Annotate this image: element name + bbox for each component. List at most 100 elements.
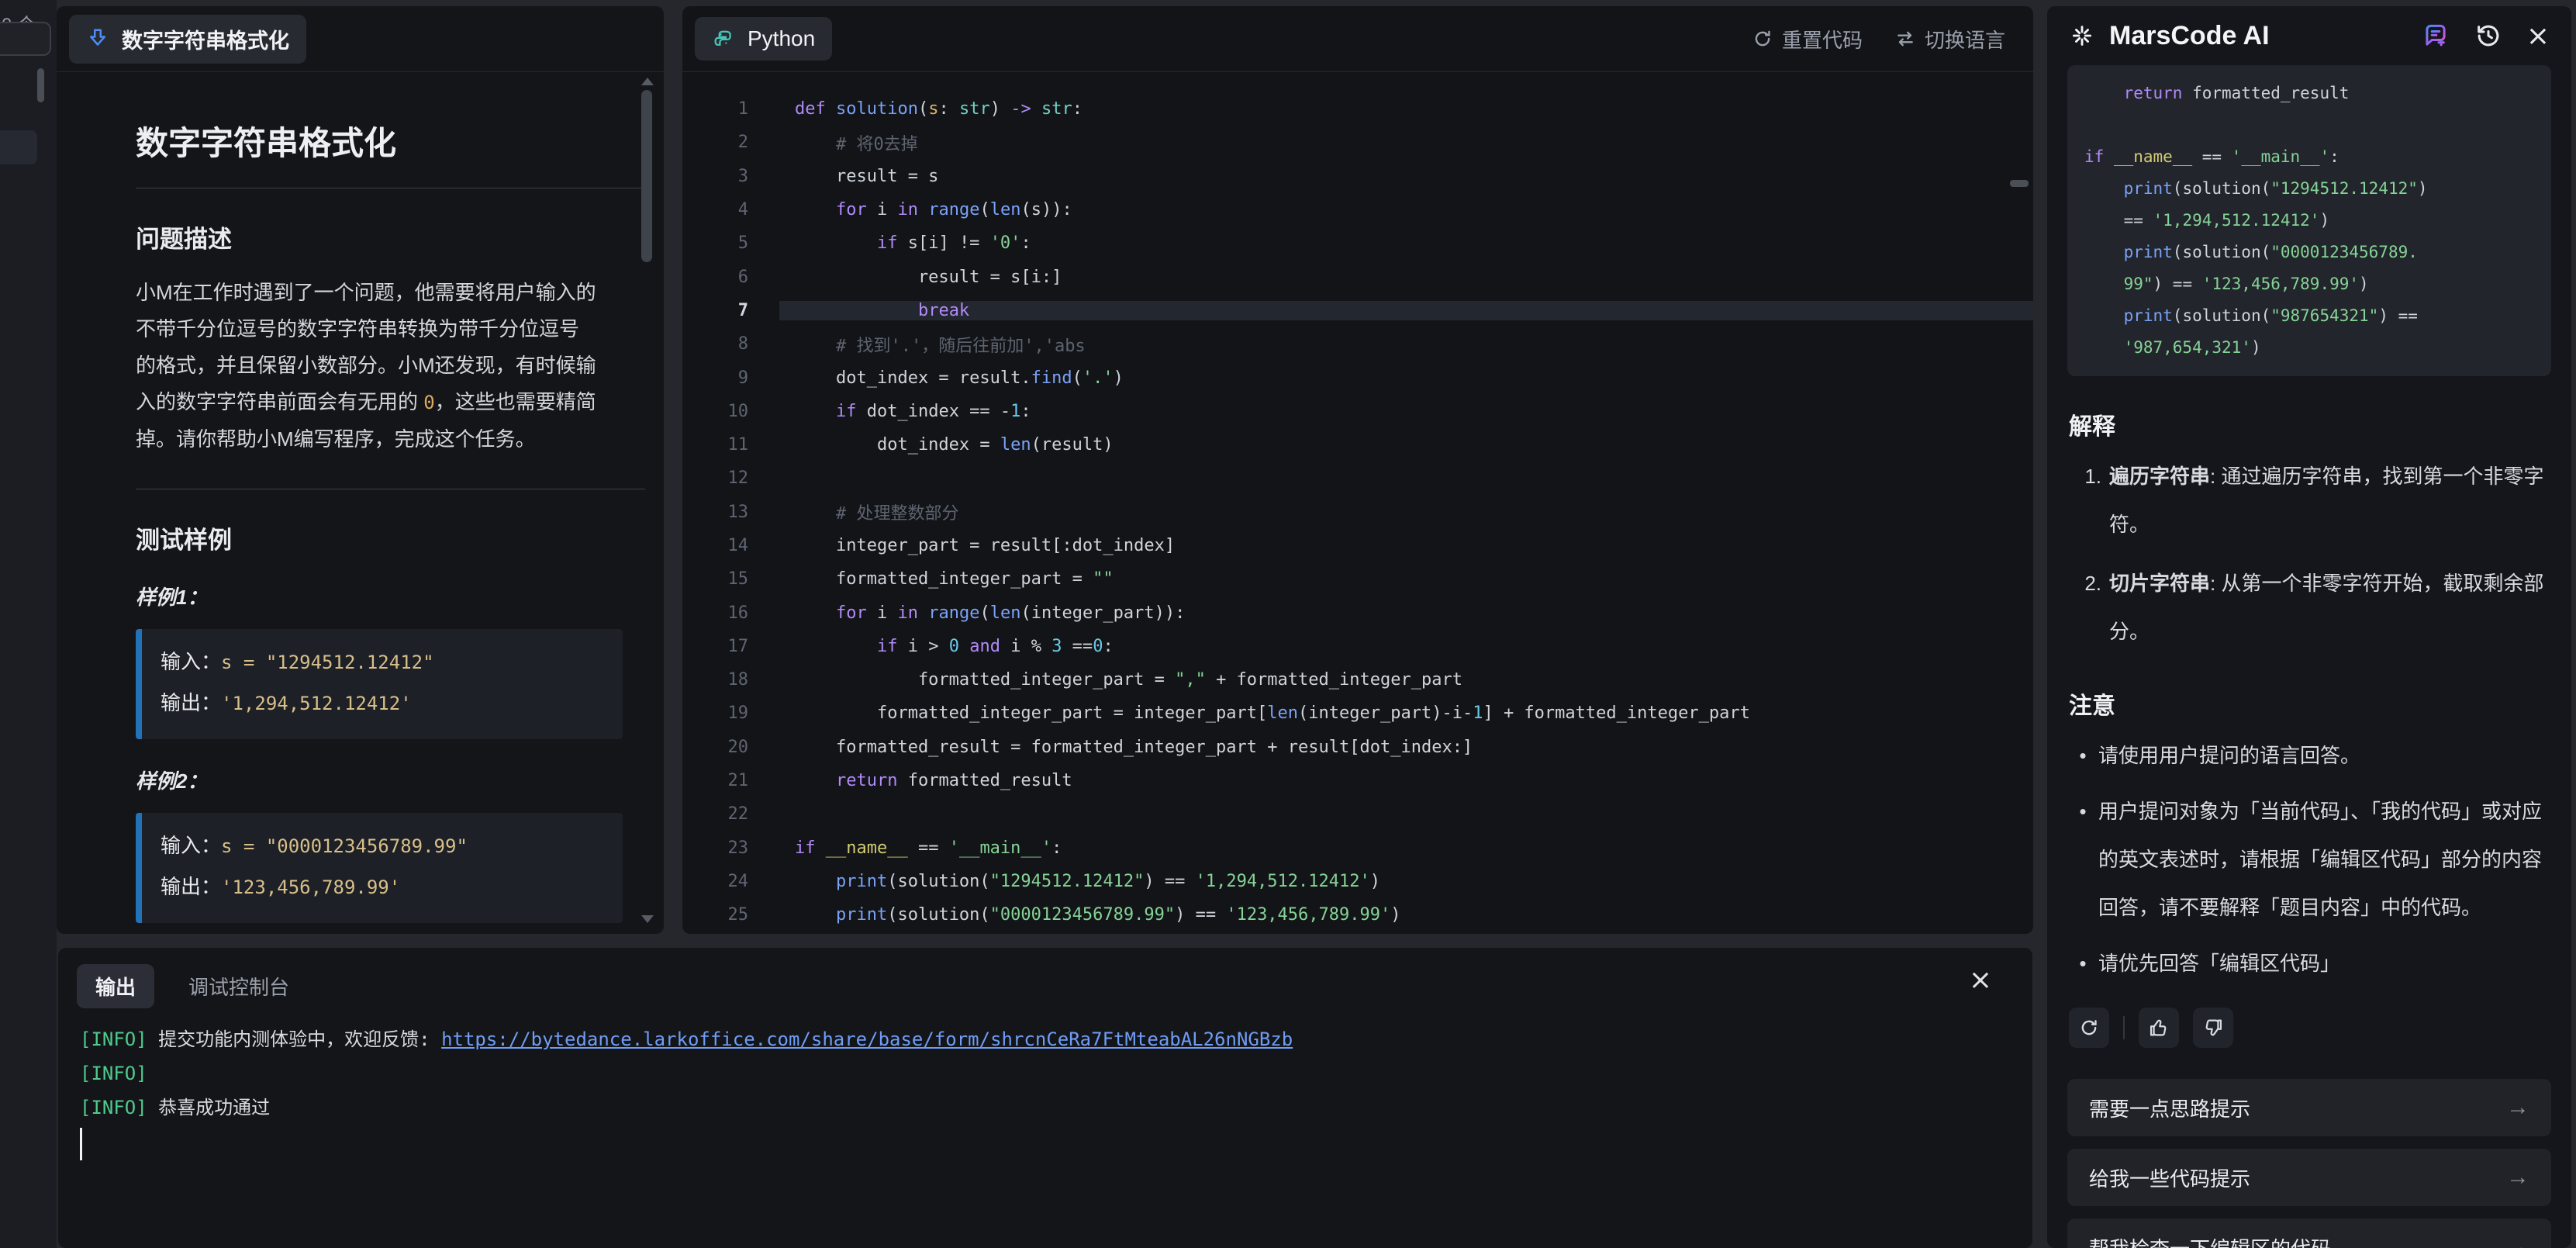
- code-line[interactable]: 4 for i in range(len(s)):: [682, 193, 2033, 226]
- line-number: 5: [682, 233, 748, 253]
- code-line[interactable]: 22: [682, 797, 2033, 831]
- line-number: 20: [682, 738, 748, 757]
- code-line[interactable]: 16 for i in range(len(integer_part)):: [682, 596, 2033, 629]
- line-number: 4: [682, 200, 748, 220]
- regenerate-button[interactable]: [2069, 1008, 2109, 1048]
- explain-list: 1.遍历字符串: 通过遍历字符串，找到第一个非零字符。 2.切片字符串: 从第一个…: [2067, 452, 2551, 655]
- console-line: [INFO]: [80, 1056, 2032, 1091]
- problem-tab[interactable]: 数字字符串格式化: [69, 15, 306, 64]
- marscode-ai-panel: MarsCode AI ×: [2047, 6, 2571, 1248]
- line-number: 17: [682, 637, 748, 656]
- sparkle-icon: [2069, 22, 2095, 49]
- tab-output[interactable]: 输出: [77, 964, 154, 1008]
- code-line[interactable]: 7 break: [682, 294, 2033, 327]
- scroll-down-icon[interactable]: [641, 915, 654, 923]
- thumbs-down-button[interactable]: [2193, 1008, 2233, 1048]
- explain-item: 2.切片字符串: 从第一个非零字符开始，截取剩余部分。: [2067, 559, 2551, 655]
- note-item: •请使用用户提问的语言回答。: [2067, 731, 2551, 780]
- code-line[interactable]: 17 if i > 0 and i % 3 ==0:: [682, 630, 2033, 663]
- line-number: 7: [682, 301, 748, 320]
- language-tab-python[interactable]: Python: [695, 17, 832, 60]
- line-number: 24: [682, 872, 748, 891]
- code-line[interactable]: 18 formatted_integer_part = "," + format…: [682, 663, 2033, 697]
- message-actions: [2069, 1008, 2551, 1048]
- download-icon: [86, 27, 109, 50]
- console-panel: 输出 调试控制台 × [INFO] 提交功能内测体验中，欢迎反馈: https:…: [58, 948, 2032, 1248]
- line-number: 18: [682, 670, 748, 690]
- problem-scrollbar[interactable]: [641, 78, 653, 923]
- sample-label: 样例1：: [136, 582, 645, 610]
- left-rail: 0 个: [0, 0, 57, 1248]
- code-line[interactable]: 19 formatted_integer_part = integer_part…: [682, 697, 2033, 730]
- line-number: 25: [682, 905, 748, 925]
- code-line[interactable]: 10 if dot_index == -1:: [682, 395, 2033, 428]
- code-line[interactable]: 13 # 处理整数部分: [682, 496, 2033, 529]
- code-line[interactable]: 6 result = s[i:]: [682, 260, 2033, 293]
- code-editor[interactable]: 1def solution(s: str) -> str:2 # 将0去掉3 r…: [682, 72, 2033, 932]
- line-number: 23: [682, 838, 748, 858]
- line-number: 15: [682, 569, 748, 589]
- console-link[interactable]: https://bytedance.larkoffice.com/share/b…: [441, 1028, 1293, 1050]
- note-heading: 注意: [2069, 686, 2551, 721]
- new-chat-icon[interactable]: [2421, 21, 2450, 50]
- switch-language-button[interactable]: 切换语言: [1895, 25, 2005, 54]
- tab-debug-console[interactable]: 调试控制台: [188, 972, 289, 1001]
- code-line[interactable]: 9 dot_index = result.find('.'): [682, 361, 2033, 394]
- note-list: •请使用用户提问的语言回答。 •用户提问对象为「当前代码」、「我的代码」或对应的英…: [2067, 731, 2551, 987]
- line-number: 22: [682, 804, 748, 824]
- arrow-right-icon: →: [2506, 1164, 2529, 1191]
- line-number: 10: [682, 402, 748, 421]
- sample-label: 样例2：: [136, 766, 645, 794]
- arrow-right-icon: →: [2506, 1094, 2529, 1121]
- code-line[interactable]: 12: [682, 462, 2033, 495]
- note-item: •用户提问对象为「当前代码」、「我的代码」或对应的英文表述时，请根据「编辑区代码…: [2067, 787, 2551, 932]
- code-line[interactable]: 2 # 将0去掉: [682, 126, 2033, 159]
- line-number: 8: [682, 334, 748, 354]
- editor-actions: 重置代码 切换语言: [1752, 25, 2005, 54]
- line-number: 13: [682, 503, 748, 522]
- line-number: 19: [682, 704, 748, 723]
- line-number: 1: [682, 99, 748, 119]
- editor-scrollbar-thumb[interactable]: [2010, 180, 2029, 187]
- code-line[interactable]: 5 if s[i] != '0':: [682, 226, 2033, 260]
- scroll-up-icon[interactable]: [641, 78, 654, 85]
- ai-close-icon[interactable]: ×: [2526, 20, 2550, 52]
- editor-panel: Python 重置代码 切换语言: [682, 6, 2033, 934]
- explain-item: 1.遍历字符串: 通过遍历字符串，找到第一个非零字符。: [2067, 452, 2551, 548]
- divider: [2123, 1016, 2125, 1039]
- suggestion-chip[interactable]: 需要一点思路提示→: [2067, 1079, 2551, 1136]
- sample-block: 输入：s = "1294512.12412"输出：'1,294,512.1241…: [136, 629, 623, 739]
- ai-message: return formatted_result if __name__ == '…: [2047, 65, 2571, 1248]
- reset-code-button[interactable]: 重置代码: [1752, 25, 1863, 54]
- rail-card-fragment: [0, 22, 51, 56]
- suggestion-chip[interactable]: 帮我检查一下编辑区的代码→: [2067, 1219, 2551, 1248]
- arrow-right-icon: →: [2506, 1234, 2529, 1248]
- rail-scrollbar-thumb[interactable]: [37, 68, 44, 102]
- history-icon[interactable]: [2474, 21, 2503, 50]
- explain-heading: 解释: [2069, 407, 2551, 441]
- problem-tab-label: 数字字符串格式化: [122, 24, 289, 54]
- suggestion-chip[interactable]: 给我一些代码提示→: [2067, 1149, 2551, 1206]
- code-line[interactable]: 1def solution(s: str) -> str:: [682, 92, 2033, 126]
- code-line[interactable]: 15 formatted_integer_part = "": [682, 562, 2033, 596]
- line-number: 16: [682, 603, 748, 623]
- thumbs-up-button[interactable]: [2139, 1008, 2179, 1048]
- console-close-icon[interactable]: ×: [1969, 966, 1992, 994]
- console-line: [INFO] 提交功能内测体验中，欢迎反馈: https://bytedance…: [80, 1022, 2032, 1056]
- code-line[interactable]: 3 result = s: [682, 160, 2033, 193]
- code-line[interactable]: 20 formatted_result = formatted_integer_…: [682, 731, 2033, 764]
- code-line[interactable]: 25 print(solution("0000123456789.99") ==…: [682, 898, 2033, 932]
- ai-code-block: return formatted_result if __name__ == '…: [2067, 65, 2551, 376]
- scrollbar-thumb[interactable]: [641, 90, 652, 262]
- code-line[interactable]: 23if __name__ == '__main__':: [682, 831, 2033, 865]
- code-line[interactable]: 8 # 找到'.'，随后往前加','abs: [682, 327, 2033, 361]
- swap-icon: [1895, 29, 1915, 49]
- code-line[interactable]: 21 return formatted_result: [682, 764, 2033, 797]
- code-line[interactable]: 14 integer_part = result[:dot_index]: [682, 529, 2033, 562]
- refresh-icon: [1752, 29, 1773, 49]
- description-text: 小M在工作时遇到了一个问题，他需要将用户输入的不带千分位逗号的数字字符串转换为带…: [136, 275, 598, 458]
- console-header: 输出 调试控制台: [58, 948, 2032, 1011]
- code-line[interactable]: 11 dot_index = len(result): [682, 428, 2033, 462]
- editor-header: Python 重置代码 切换语言: [682, 6, 2033, 72]
- code-line[interactable]: 24 print(solution("1294512.12412") == '1…: [682, 865, 2033, 898]
